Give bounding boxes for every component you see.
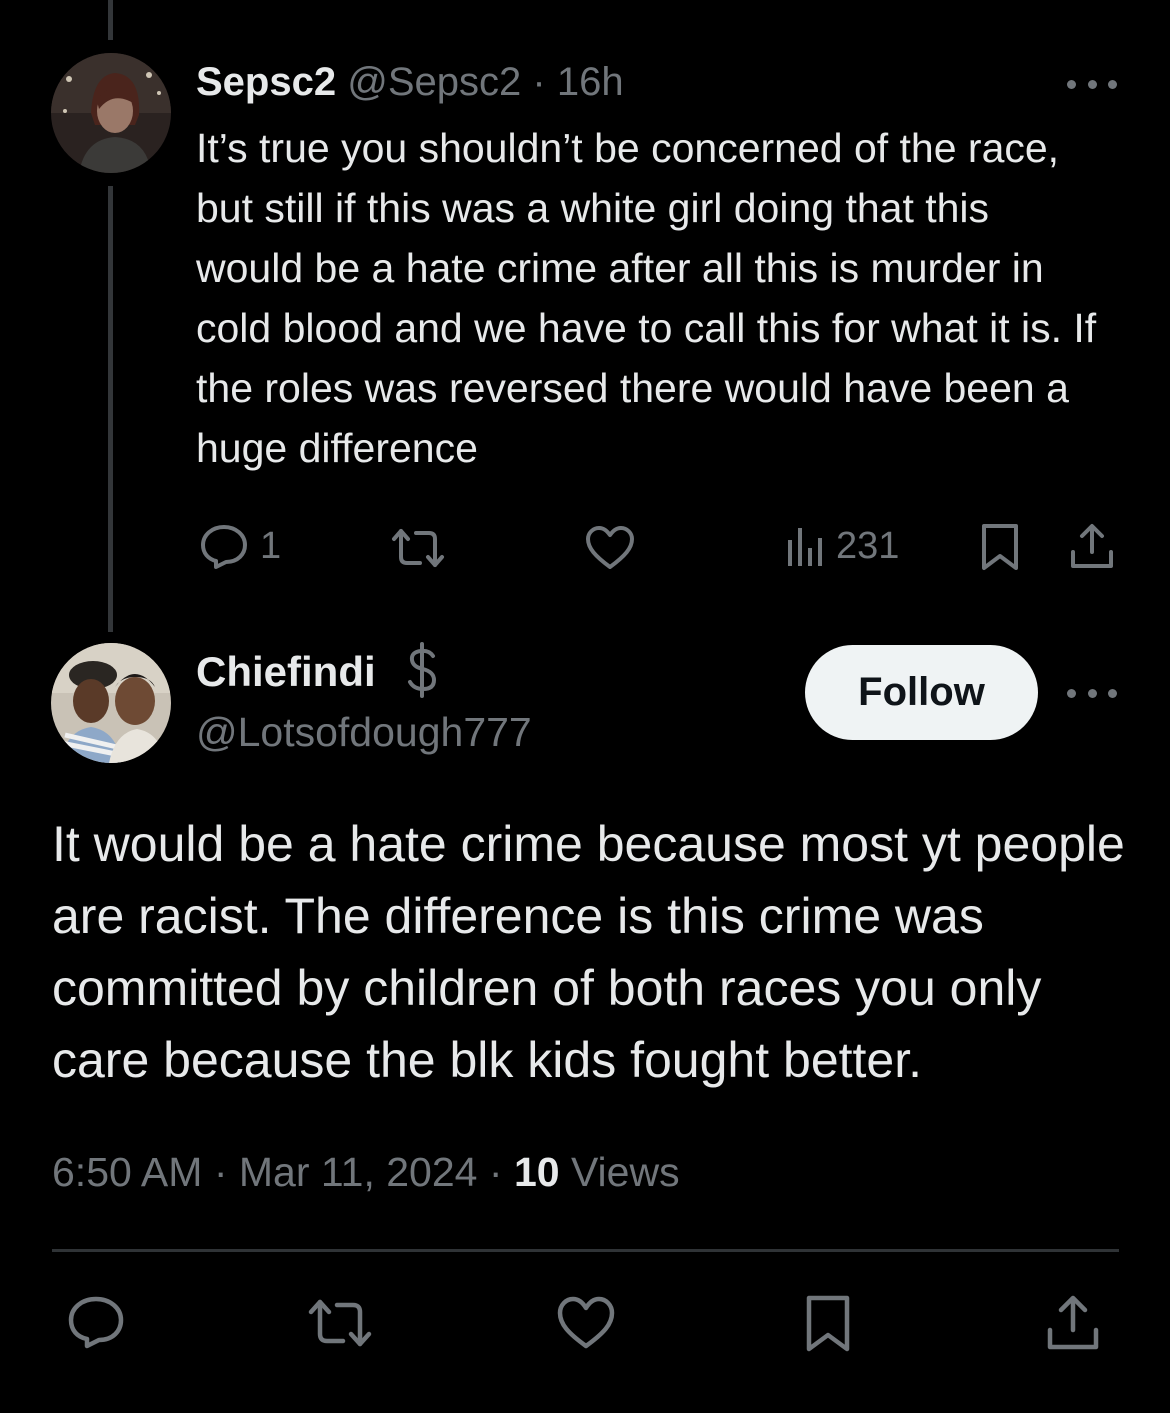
user-handle[interactable]: @Lotsofdough777 [196,706,532,758]
reply-button[interactable] [66,1294,126,1350]
thread-line-top [108,0,113,40]
share-button[interactable] [1069,522,1115,570]
more-options-icon[interactable] [1067,74,1117,94]
reply-author: Chiefindi [196,642,443,702]
bookmark-button[interactable] [804,1294,852,1354]
separator-dot: · [532,60,546,104]
reply-count: 1 [260,524,282,567]
bookmark-button[interactable] [980,522,1020,572]
like-button[interactable] [556,1296,616,1350]
retweet-icon [392,529,444,567]
retweet-button[interactable] [307,1298,373,1348]
avatar-image [51,643,171,763]
user-handle[interactable]: @Sepsc2 [347,60,521,104]
tweet-time[interactable]: 6:50 AM [52,1149,202,1195]
avatar-chiefindi[interactable] [51,643,171,763]
separator-dot: · [488,1149,503,1195]
bookmark-icon [982,524,1018,570]
avatar-sepsc2[interactable] [51,53,171,173]
share-icon [1047,1295,1099,1350]
tweet-meta: 6:50 AM · Mar 11, 2024 · 10 Views [52,1142,680,1202]
dollar-badge-icon [408,642,437,698]
display-name[interactable]: Sepsc2 [196,60,336,104]
like-button[interactable] [585,525,635,571]
tweet-text: It would be a hate crime because most yt… [52,816,1125,1088]
views-count: 10 [513,1149,560,1195]
views-label: Views [570,1149,680,1195]
divider [52,1249,1119,1252]
tweet-header: Sepsc2 @Sepsc2 · 16h [196,56,624,108]
retweet-icon [308,1299,372,1347]
views-count: 231 [836,524,900,567]
reply-button[interactable]: 1 [198,522,281,570]
timestamp[interactable]: 16h [557,60,624,104]
like-icon [586,526,634,569]
retweet-button[interactable] [390,527,446,569]
reply-icon [68,1296,124,1349]
separator-dot: · [213,1149,228,1195]
like-icon [557,1296,615,1349]
share-button[interactable] [1045,1294,1101,1352]
tweet-date[interactable]: Mar 11, 2024 [239,1149,478,1195]
display-name[interactable]: Chiefindi [196,648,376,695]
follow-button[interactable]: Follow [805,645,1038,740]
reply-icon [201,525,247,569]
thread-line [108,186,113,632]
views-button[interactable]: 231 [786,524,899,568]
avatar-image [51,53,171,173]
tweet-text: It’s true you shouldn’t be concerned of … [196,125,1097,471]
more-options-icon[interactable] [1067,683,1117,703]
bookmark-icon [806,1295,850,1352]
share-icon [1071,524,1113,568]
views-icon [788,528,822,566]
